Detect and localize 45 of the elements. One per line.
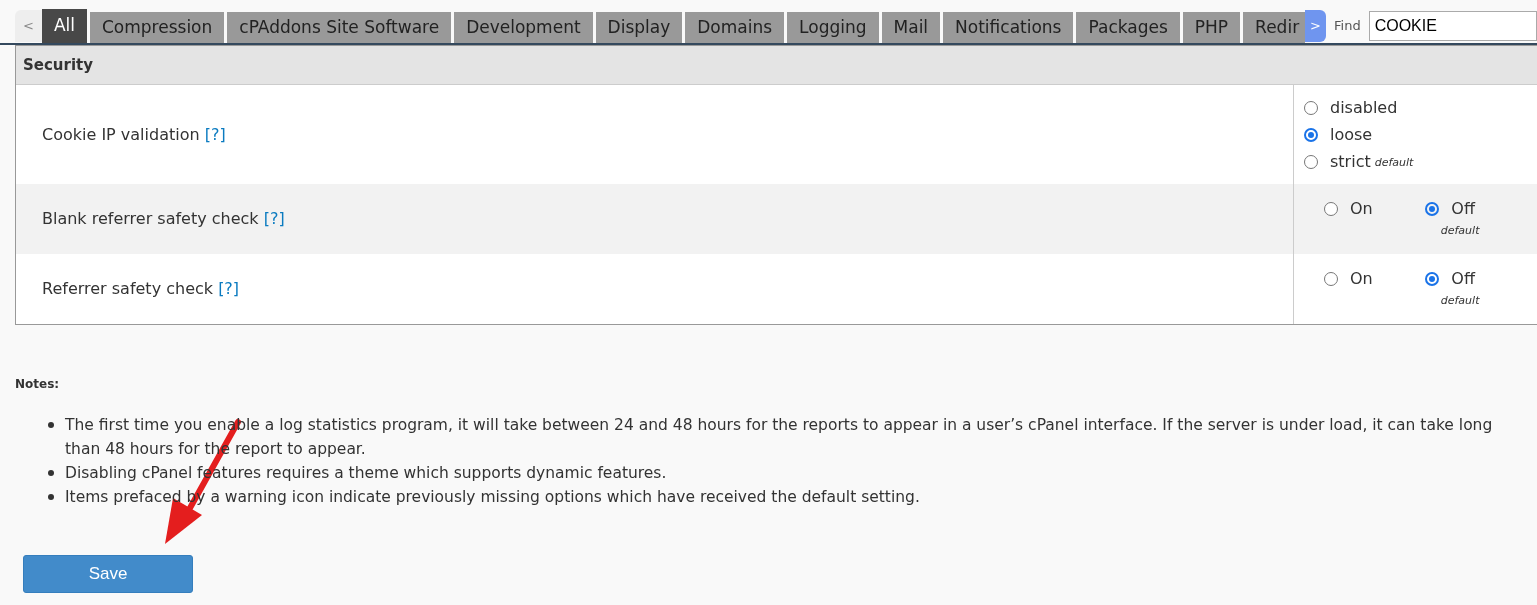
option-label: loose <box>1330 123 1373 146</box>
find-label: Find <box>1334 16 1361 35</box>
radio-button[interactable] <box>1304 127 1318 142</box>
default-note: default <box>1374 154 1414 171</box>
setting-label: Referrer safety check [?] <box>42 278 240 300</box>
default-note: default <box>1439 293 1480 309</box>
tab[interactable]: Notifications <box>943 12 1074 43</box>
tab[interactable]: Redir <box>1243 12 1305 43</box>
save-button[interactable]: Save <box>23 555 193 593</box>
tab[interactable]: Compression <box>90 12 225 43</box>
bullet-icon <box>48 494 54 500</box>
default-note: default <box>1439 223 1480 239</box>
tab[interactable]: Display <box>595 12 683 43</box>
tab[interactable]: PHP <box>1182 12 1241 43</box>
radio-button[interactable] <box>1324 202 1338 216</box>
find-field[interactable]: COOKIE <box>1368 10 1537 41</box>
tab[interactable]: Mail <box>881 12 941 43</box>
option-label: On <box>1350 268 1373 290</box>
radio-button[interactable] <box>1304 100 1318 115</box>
radio-button[interactable] <box>1425 202 1440 216</box>
option-label: On <box>1350 198 1373 220</box>
tab[interactable]: Development <box>454 12 593 43</box>
help-link[interactable]: [?] <box>204 124 226 144</box>
option-label: disabled <box>1330 96 1398 119</box>
tab[interactable]: Logging <box>787 12 879 43</box>
bullet-icon <box>48 470 54 476</box>
scroll-right-button[interactable]: > <box>1305 9 1326 42</box>
radio-button[interactable] <box>1324 272 1338 286</box>
tab[interactable]: Domains <box>685 12 785 43</box>
radio-button[interactable] <box>1304 154 1318 169</box>
option-label: Off <box>1451 268 1475 290</box>
radio-button[interactable] <box>1425 272 1440 286</box>
section-title: Security <box>16 46 1537 85</box>
scroll-left-button[interactable]: < <box>15 10 42 42</box>
notes-title: Notes: <box>15 376 61 393</box>
tab[interactable]: cPAddons Site Software <box>227 12 452 43</box>
setting-label: Cookie IP validation [?] <box>42 123 226 146</box>
tab[interactable]: Packages <box>1076 12 1180 43</box>
bullet-icon <box>48 422 54 428</box>
option-label: Off <box>1451 198 1475 220</box>
setting-label: Blank referrer safety check [?] <box>42 208 285 230</box>
help-link[interactable]: [?] <box>218 279 240 298</box>
option-label: strict <box>1330 150 1371 173</box>
tab[interactable]: All <box>41 9 87 43</box>
help-link[interactable]: [?] <box>263 209 285 228</box>
